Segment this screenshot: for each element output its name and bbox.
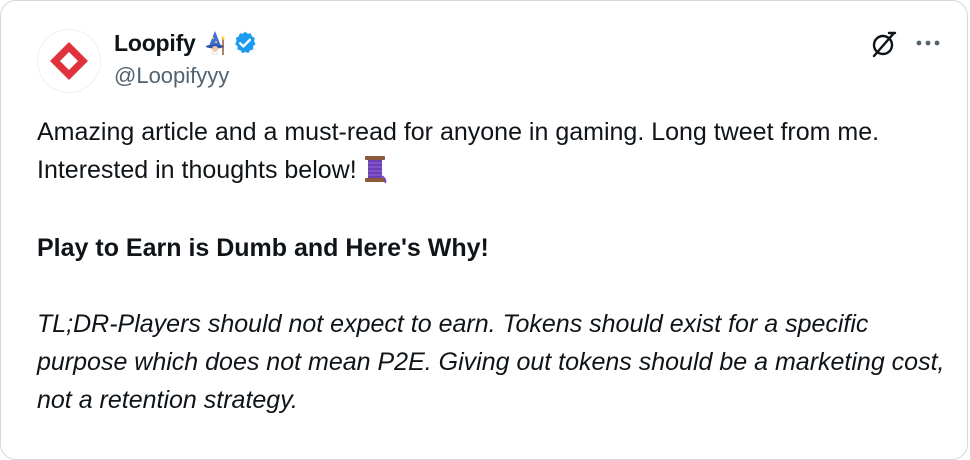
article-heading: Play to Earn is Dumb and Here's Why! [37, 234, 489, 262]
avatar[interactable] [37, 29, 101, 93]
author-name-row: Loopify [114, 27, 258, 59]
tweet-text: Amazing article and a must-read for anyo… [37, 113, 947, 189]
author-handle[interactable]: @Loopifyyy [114, 63, 229, 89]
verified-badge-icon [234, 31, 256, 54]
grok-icon[interactable] [869, 29, 899, 59]
loopify-logo-icon [50, 42, 88, 80]
tweet-card[interactable]: Loopify @Loopifyyy Amazing article and a… [0, 0, 968, 460]
thread-icon [364, 156, 386, 184]
wizard-icon [205, 31, 225, 55]
more-options-icon[interactable] [913, 31, 943, 55]
author-display-name[interactable]: Loopify [114, 30, 196, 57]
tldr-text: TL;DR-Players should not expect to earn.… [37, 310, 945, 414]
tweet-intro-text: Amazing article and a must-read for anyo… [37, 118, 880, 184]
